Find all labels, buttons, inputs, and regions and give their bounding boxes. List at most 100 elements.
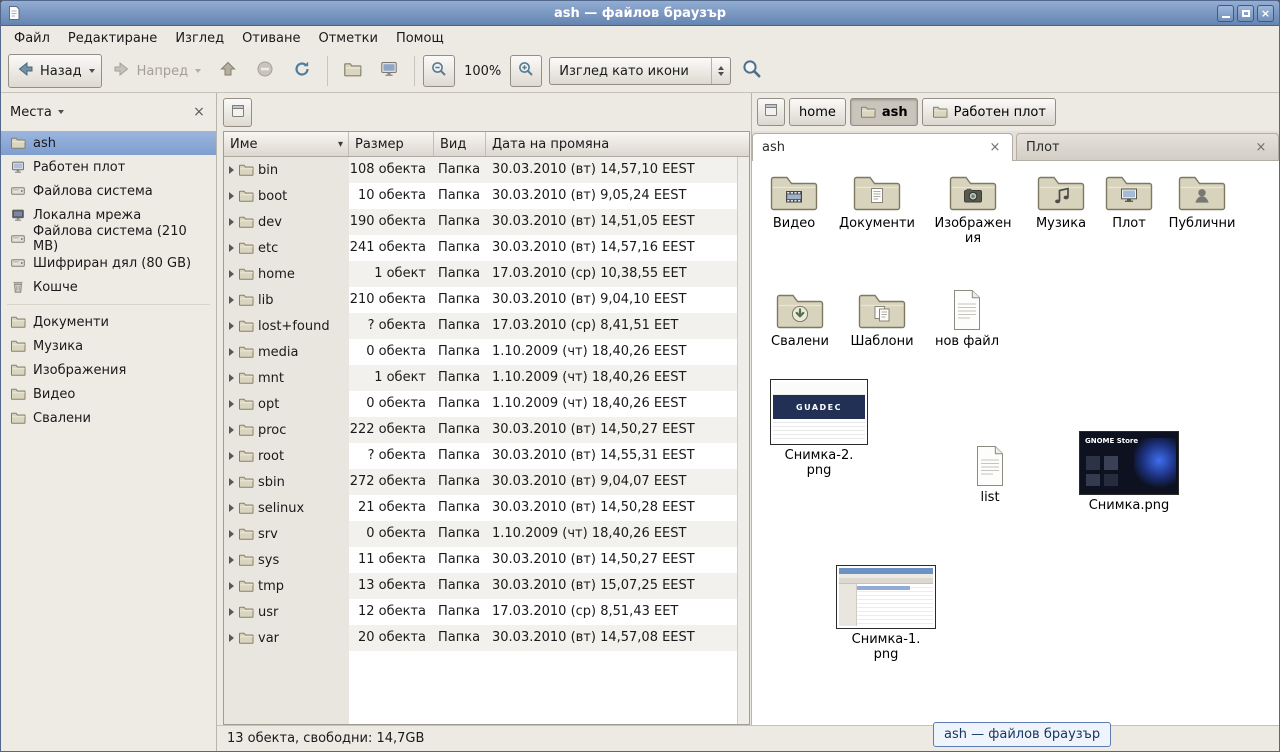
sidebar-item[interactable]: Файлова система [1, 179, 216, 203]
expander-icon[interactable] [229, 452, 234, 460]
sidebar-item[interactable]: Файлова система (210 MB) [1, 227, 216, 251]
expander-icon[interactable] [229, 166, 234, 174]
breadcrumb-button[interactable]: Работен плот [922, 98, 1056, 126]
tab[interactable]: Плот× [1016, 133, 1279, 160]
table-row[interactable]: dev190 обектаПапка30.03.2010 (вт) 14,51,… [224, 209, 737, 235]
pane-pager-button[interactable] [757, 98, 785, 126]
table-row[interactable]: srv0 обектаПапка1.10.2009 (чт) 18,40,26 … [224, 521, 737, 547]
table-row[interactable]: root? обектаПапка30.03.2010 (вт) 14,55,3… [224, 443, 737, 469]
table-row[interactable]: lib210 обектаПапка30.03.2010 (вт) 9,04,1… [224, 287, 737, 313]
table-row[interactable]: proc222 обектаПапка30.03.2010 (вт) 14,50… [224, 417, 737, 443]
column-header-size[interactable]: Размер [349, 132, 434, 156]
expander-icon[interactable] [229, 634, 234, 642]
table-row[interactable]: lost+found? обектаПапка17.03.2010 (ср) 8… [224, 313, 737, 339]
breadcrumb-button[interactable]: ash [850, 98, 918, 126]
expander-icon[interactable] [229, 504, 234, 512]
table-row[interactable]: etc241 обектаПапка30.03.2010 (вт) 14,57,… [224, 235, 737, 261]
sidebar-item[interactable]: Кошче [1, 275, 216, 299]
spinner-arrows-icon[interactable] [711, 58, 730, 84]
table-row[interactable]: bin108 обектаПапка30.03.2010 (вт) 14,57,… [224, 157, 737, 183]
expander-icon[interactable] [229, 478, 234, 486]
minimize-button[interactable] [1217, 5, 1234, 22]
menu-item[interactable]: Редактиране [59, 28, 166, 49]
expander-icon[interactable] [229, 374, 234, 382]
view-mode-combo[interactable]: Изглед като икони [549, 57, 731, 85]
close-button[interactable]: × [1257, 5, 1274, 22]
sidebar-item[interactable]: Изображения [1, 358, 216, 382]
table-row[interactable]: home1 обектПапка17.03.2010 (ср) 10,38,55… [224, 261, 737, 287]
file-icon[interactable]: Видео [752, 171, 836, 231]
forward-button[interactable]: Напред [105, 54, 208, 88]
root-location-button[interactable] [223, 98, 252, 127]
reload-button[interactable] [285, 54, 319, 88]
sidebar-item[interactable]: ash [1, 131, 216, 155]
sidebar-item[interactable]: Свалени [1, 406, 216, 430]
expander-icon[interactable] [229, 582, 234, 590]
sidebar-close-button[interactable]: × [191, 104, 207, 120]
sidebar-item[interactable]: Документи [1, 310, 216, 334]
computer-button[interactable] [372, 54, 406, 88]
menu-item[interactable]: Отметки [309, 28, 386, 49]
table-row[interactable]: mnt1 обектПапка1.10.2009 (чт) 18,40,26 E… [224, 365, 737, 391]
titlebar[interactable]: ash — файлов браузър × [1, 1, 1279, 26]
table-row[interactable]: sbin272 обектаПапка30.03.2010 (вт) 9,04,… [224, 469, 737, 495]
table-row[interactable]: sys11 обектаПапка30.03.2010 (вт) 14,50,2… [224, 547, 737, 573]
column-header-type[interactable]: Вид [434, 132, 486, 156]
expander-icon[interactable] [229, 244, 234, 252]
table-row[interactable]: boot10 обектаПапка30.03.2010 (вт) 9,05,2… [224, 183, 737, 209]
table-row[interactable]: opt0 обектаПапка1.10.2009 (чт) 18,40,26 … [224, 391, 737, 417]
table-row[interactable]: tmp13 обектаПапка30.03.2010 (вт) 15,07,2… [224, 573, 737, 599]
expander-icon[interactable] [229, 426, 234, 434]
places-selector[interactable]: Места [10, 105, 64, 120]
column-header-name[interactable]: Име ▾ [224, 132, 349, 156]
sidebar-item[interactable]: Работен плот [1, 155, 216, 179]
back-button[interactable]: Назад [8, 54, 102, 88]
maximize-button[interactable] [1237, 5, 1254, 22]
home-button[interactable] [336, 55, 369, 88]
file-icon[interactable]: list [948, 445, 1032, 505]
tab-close-button[interactable]: × [987, 140, 1003, 156]
table-row[interactable]: var20 обектаПапка30.03.2010 (вт) 14,57,0… [224, 625, 737, 651]
icon-view[interactable]: ВидеоДокументиИзображен ияМузикаПлотПубл… [752, 161, 1279, 725]
expander-icon[interactable] [229, 270, 234, 278]
table-row[interactable]: usr12 обектаПапка17.03.2010 (ср) 8,51,43… [224, 599, 737, 625]
file-icon[interactable]: Документи [835, 171, 919, 231]
tab-close-button[interactable]: × [1253, 139, 1269, 155]
file-icon[interactable]: Снимка-1. png [834, 565, 938, 663]
table-row[interactable]: media0 обектаПапка1.10.2009 (чт) 18,40,2… [224, 339, 737, 365]
menu-item[interactable]: Файл [5, 28, 59, 49]
menu-item[interactable]: Отиване [233, 28, 309, 49]
expander-icon[interactable] [229, 400, 234, 408]
file-icon[interactable]: GUADECСнимка-2. png [767, 379, 871, 479]
expander-icon[interactable] [229, 608, 234, 616]
stop-button[interactable] [248, 54, 282, 88]
expander-icon[interactable] [229, 348, 234, 356]
search-button[interactable] [734, 53, 770, 89]
sidebar-item[interactable]: Шифриран дял (80 GB) [1, 251, 216, 275]
file-icon[interactable]: нов файл [925, 289, 1009, 349]
zoom-in-button[interactable] [510, 55, 542, 87]
expander-icon[interactable] [229, 556, 234, 564]
up-button[interactable] [211, 54, 245, 88]
vertical-scrollbar[interactable] [737, 157, 749, 724]
file-icon[interactable]: GNOME StoreСнимка.png [1077, 431, 1181, 513]
sidebar-item[interactable]: Музика [1, 334, 216, 358]
file-icon[interactable]: Изображен ия [931, 171, 1015, 247]
file-icon[interactable]: Публични [1160, 171, 1244, 231]
file-icon[interactable]: Плот [1087, 171, 1171, 231]
expander-icon[interactable] [229, 296, 234, 304]
expander-icon[interactable] [229, 192, 234, 200]
file-icon[interactable]: Шаблони [840, 289, 924, 349]
menu-item[interactable]: Помощ [387, 28, 453, 49]
tab[interactable]: ash× [752, 133, 1013, 161]
sidebar-item[interactable]: Видео [1, 382, 216, 406]
breadcrumb-button[interactable]: home [789, 98, 846, 126]
expander-icon[interactable] [229, 218, 234, 226]
table-row[interactable]: selinux21 обектаПапка30.03.2010 (вт) 14,… [224, 495, 737, 521]
file-icon[interactable]: Свалени [758, 289, 842, 349]
menu-item[interactable]: Изглед [166, 28, 233, 49]
expander-icon[interactable] [229, 322, 234, 330]
zoom-out-button[interactable] [423, 55, 455, 87]
expander-icon[interactable] [229, 530, 234, 538]
column-header-modified[interactable]: Дата на промяна [486, 132, 749, 156]
